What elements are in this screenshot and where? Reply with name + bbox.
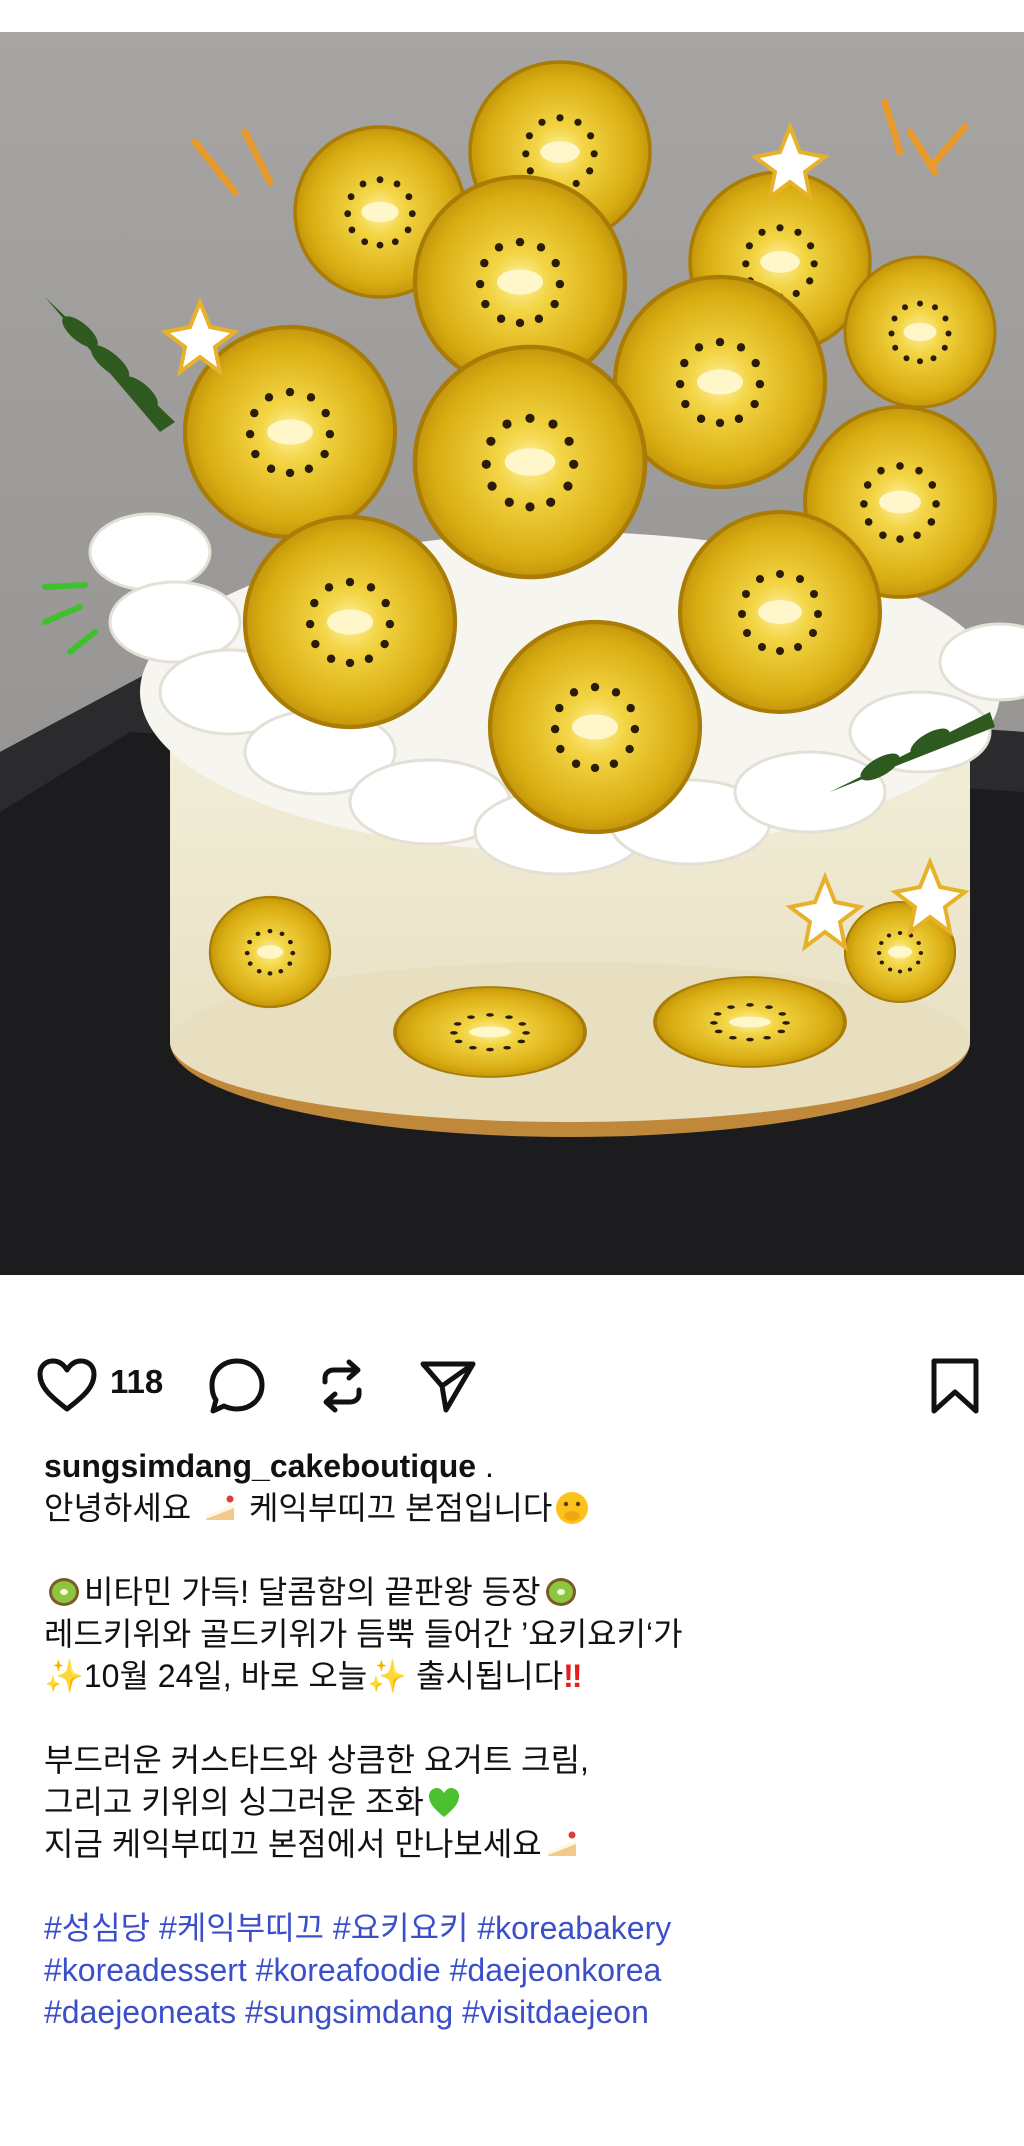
caption-header: sungsimdang_cakeboutique . bbox=[44, 1445, 994, 1487]
bookmark-icon bbox=[931, 1358, 979, 1414]
kiwi-fruit-icon bbox=[545, 1578, 576, 1606]
like-count[interactable]: 118 bbox=[110, 1362, 163, 1402]
username-link[interactable]: sungsimdang_cakeboutique bbox=[44, 1448, 476, 1484]
heart-icon bbox=[37, 1358, 97, 1412]
hashtag-link[interactable]: #요키요키 bbox=[333, 1910, 469, 1946]
sparkles-icon: ✨ bbox=[367, 1658, 408, 1694]
cake-slice-icon bbox=[206, 1495, 235, 1520]
sparkles-icon: ✨ bbox=[44, 1658, 84, 1694]
post-caption: sungsimdang_cakeboutique . 안녕하세요 케익부띠끄 본… bbox=[44, 1445, 994, 2033]
caption-text: 10월 24일, 바로 오늘 bbox=[83, 1658, 368, 1694]
green-heart-icon bbox=[428, 1788, 459, 1817]
caption-text: 출시됩니다 bbox=[407, 1658, 564, 1694]
caption-line-7: 지금 케익부띠끄 본점에서 만나보세요 bbox=[44, 1823, 994, 1865]
caption-line-3: 레드키위와 골드키위가 듬뿍 들어간 ’요키요키‘가 bbox=[44, 1616, 683, 1652]
hashtag-line-3: #daejeoneats #sungsimdang #visitdaejeon bbox=[44, 1991, 994, 2033]
username-suffix: . bbox=[476, 1448, 494, 1484]
hashtag-link[interactable]: #sungsimdang bbox=[245, 1994, 453, 2030]
hashtag-link[interactable]: #성심당 bbox=[44, 1910, 150, 1946]
caption-line-4: ✨10월 24일, 바로 오늘✨ 출시됩니다‼ bbox=[44, 1655, 994, 1697]
caption-text: 비타민 가득! 달콤함의 끝판왕 등장 bbox=[84, 1574, 541, 1610]
hashtag-link[interactable]: #koreadessert bbox=[44, 1952, 247, 1988]
hashtag-line-1: #성심당 #케익부띠끄 #요키요키 #koreabakery bbox=[44, 1907, 994, 1949]
hashtag-link[interactable]: #케익부띠끄 bbox=[159, 1910, 324, 1946]
hashtag-link[interactable]: #daejeonkorea bbox=[450, 1952, 662, 1988]
comment-bubble-icon bbox=[209, 1358, 265, 1414]
cake-slice-icon bbox=[547, 1831, 576, 1856]
caption-text: 안녕하세요 bbox=[44, 1490, 201, 1526]
like-button[interactable] bbox=[34, 1357, 100, 1413]
caption-line-5: 부드러운 커스타드와 상큼한 요거트 크림, bbox=[44, 1742, 589, 1778]
kiwi-cake-illustration bbox=[0, 32, 1024, 1275]
hashtag-link[interactable]: #koreabakery bbox=[477, 1910, 671, 1946]
send-icon bbox=[420, 1361, 476, 1413]
post-image[interactable] bbox=[0, 32, 1024, 1275]
status-area bbox=[0, 0, 1024, 32]
double-exclamation-icon: ‼ bbox=[563, 1658, 583, 1694]
caption-text: 지금 케익부띠끄 본점에서 만나보세요 bbox=[44, 1826, 542, 1862]
caption-line-6: 그리고 키위의 싱그러운 조화 bbox=[44, 1781, 994, 1823]
comment-button[interactable] bbox=[205, 1355, 269, 1417]
caption-text: 케익부띠끄 본점입니다 bbox=[240, 1490, 553, 1526]
hashtag-line-2: #koreadessert #koreafoodie #daejeonkorea bbox=[44, 1949, 994, 1991]
caption-text: 그리고 키위의 싱그러운 조화 bbox=[44, 1784, 424, 1820]
hashtag-link[interactable]: #koreafoodie bbox=[256, 1952, 441, 1988]
share-button[interactable] bbox=[416, 1355, 480, 1417]
repost-button[interactable] bbox=[310, 1355, 374, 1417]
face-with-hand-over-mouth-icon bbox=[556, 1492, 589, 1524]
save-button[interactable] bbox=[926, 1355, 984, 1417]
hashtag-link[interactable]: #visitdaejeon bbox=[462, 1994, 649, 2030]
kiwi-fruit-icon bbox=[49, 1578, 79, 1606]
hashtag-block: #성심당 #케익부띠끄 #요키요키 #koreabakery #koreades… bbox=[44, 1907, 994, 2033]
hashtag-link[interactable]: #daejeoneats bbox=[44, 1994, 236, 2030]
caption-line-2: 비타민 가득! 달콤함의 끝판왕 등장 bbox=[44, 1571, 994, 1613]
repost-icon bbox=[322, 1359, 362, 1413]
caption-line-1: 안녕하세요 케익부띠끄 본점입니다 bbox=[44, 1487, 994, 1529]
